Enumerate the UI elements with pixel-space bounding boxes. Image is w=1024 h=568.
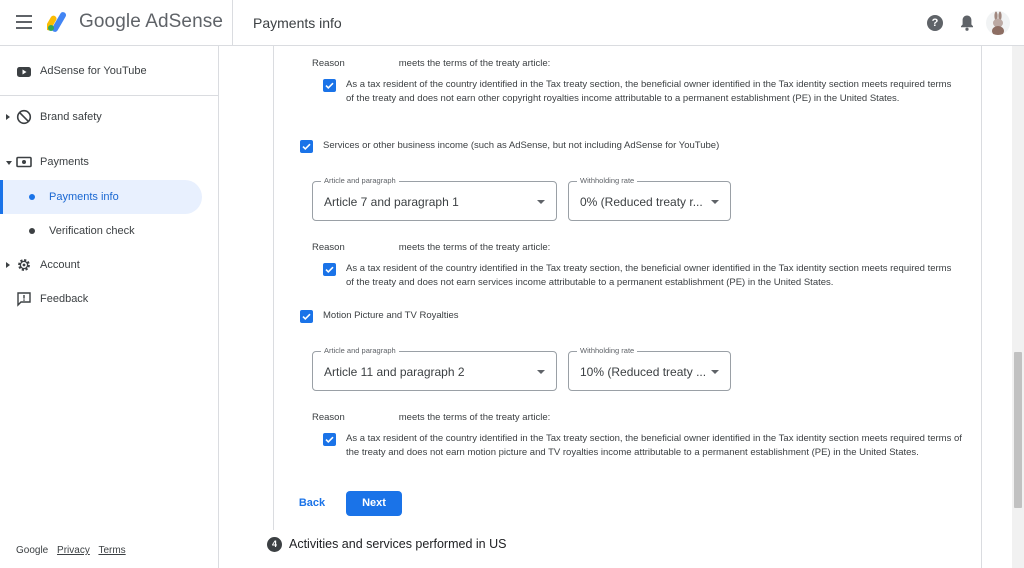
article-paragraph-value: Article 7 and paragraph 1	[324, 195, 459, 209]
reason-suffix: meets the terms of the treaty article:	[398, 412, 551, 423]
treaty-statement-text: As a tax resident of the country identif…	[346, 433, 962, 458]
article-paragraph-value: Article 11 and paragraph 2	[324, 365, 465, 379]
stepper-line	[273, 46, 274, 530]
sidebar-item-adsense-for-youtube[interactable]: AdSense for YouTube	[0, 56, 218, 86]
article-paragraph-label: Article and paragraph	[321, 346, 399, 355]
article-paragraph-select[interactable]: Article and paragraph Article 11 and par…	[312, 346, 557, 391]
dropdown-arrow-icon	[711, 200, 719, 204]
treaty-statement-text: As a tax resident of the country identif…	[346, 79, 952, 104]
withholding-rate-label: Withholding rate	[577, 346, 638, 355]
income-category-checkbox[interactable]	[300, 140, 313, 153]
reason-label: Reason	[312, 242, 345, 253]
withholding-rate-label: Withholding rate	[577, 176, 638, 185]
dot-icon	[29, 228, 35, 234]
sidebar-item-label: AdSense for YouTube	[40, 65, 147, 77]
sidebar-item-label: Payments	[40, 156, 89, 168]
brand-name: Google AdSense	[79, 11, 224, 32]
header-divider	[232, 0, 233, 46]
check-icon	[325, 436, 334, 444]
sidebar-item-brand-safety[interactable]: Brand safety	[0, 102, 218, 132]
expand-caret-icon[interactable]	[6, 262, 10, 268]
privacy-link[interactable]: Privacy	[57, 545, 90, 556]
dropdown-arrow-icon	[537, 200, 545, 204]
adsense-logo-icon	[47, 12, 66, 32]
reason-label: Reason	[312, 58, 345, 69]
sidebar-item-payments-info[interactable]: Payments info	[0, 182, 218, 212]
article-paragraph-label: Article and paragraph	[321, 176, 399, 185]
reason-row: Reason meets the terms of the treaty arti…	[312, 242, 550, 253]
sidebar-item-verification-check[interactable]: Verification check	[0, 216, 218, 246]
top-app-bar: Google AdSense Payments info ?	[0, 0, 1024, 46]
notifications-bell-icon[interactable]	[959, 14, 975, 32]
step-number-badge: 4	[267, 537, 282, 552]
back-button[interactable]: Back	[292, 491, 332, 516]
treaty-statement-checkbox[interactable]	[323, 433, 336, 446]
dropdown-arrow-icon	[711, 370, 719, 374]
sidebar-item-label: Verification check	[49, 225, 135, 237]
block-icon	[16, 109, 32, 125]
reason-row: Reason meets the terms of the treaty arti…	[312, 58, 550, 69]
treaty-statement-checkbox[interactable]	[323, 79, 336, 92]
expand-caret-icon[interactable]	[6, 114, 10, 120]
sidebar-item-feedback[interactable]: Feedback	[0, 284, 218, 314]
sidebar-item-label: Payments info	[49, 191, 119, 203]
sidebar-item-label: Feedback	[40, 293, 89, 305]
menu-icon[interactable]	[16, 15, 32, 29]
withholding-rate-value: 0% (Reduced treaty r...	[580, 195, 703, 209]
sidebar-item-payments[interactable]: Payments	[0, 147, 218, 177]
reason-label: Reason	[312, 412, 345, 423]
terms-link[interactable]: Terms	[98, 545, 125, 556]
payments-icon	[16, 156, 32, 168]
content-divider	[218, 46, 219, 568]
withholding-rate-select[interactable]: Withholding rate 0% (Reduced treaty r...	[568, 176, 731, 221]
reason-suffix: meets the terms of the treaty article:	[398, 242, 551, 253]
feedback-icon	[17, 292, 31, 307]
check-icon	[302, 313, 311, 321]
article-paragraph-select[interactable]: Article and paragraph Article 7 and para…	[312, 176, 557, 221]
avatar-image-icon	[992, 11, 1004, 35]
sidebar-item-label: Brand safety	[40, 111, 102, 123]
income-category-checkbox[interactable]	[300, 310, 313, 323]
step-title[interactable]: Activities and services performed in US	[289, 537, 506, 551]
income-category-label: Motion Picture and TV Royalties	[323, 310, 459, 321]
dropdown-arrow-icon	[537, 370, 545, 374]
scrollbar-thumb[interactable]	[1014, 352, 1022, 508]
check-icon	[302, 143, 311, 151]
withholding-rate-value: 10% (Reduced treaty ...	[580, 365, 705, 379]
sidebar-item-label: Account	[40, 259, 80, 271]
dot-icon	[29, 194, 35, 200]
gear-icon	[18, 259, 30, 271]
check-icon	[325, 82, 334, 90]
withholding-rate-select[interactable]: Withholding rate 10% (Reduced treaty ...	[568, 346, 731, 391]
card-right-edge	[981, 46, 982, 568]
check-icon	[325, 266, 334, 274]
collapse-caret-icon[interactable]	[6, 161, 12, 165]
page-title: Payments info	[253, 15, 342, 31]
treaty-statement-text: As a tax resident of the country identif…	[346, 263, 952, 288]
google-footer-label: Google	[16, 545, 49, 556]
reason-row: Reason meets the terms of the treaty arti…	[312, 412, 550, 423]
youtube-icon	[17, 67, 31, 77]
help-icon[interactable]: ?	[927, 15, 943, 31]
sidebar-footer: Google Privacy Terms	[16, 545, 132, 556]
avatar[interactable]	[986, 11, 1010, 35]
treaty-statement-checkbox[interactable]	[323, 263, 336, 276]
reason-suffix: meets the terms of the treaty article:	[398, 58, 551, 69]
sidebar-divider	[0, 95, 218, 96]
next-button[interactable]: Next	[346, 491, 402, 516]
sidebar-item-account[interactable]: Account	[0, 250, 218, 280]
income-category-label: Services or other business income (such …	[323, 140, 720, 151]
